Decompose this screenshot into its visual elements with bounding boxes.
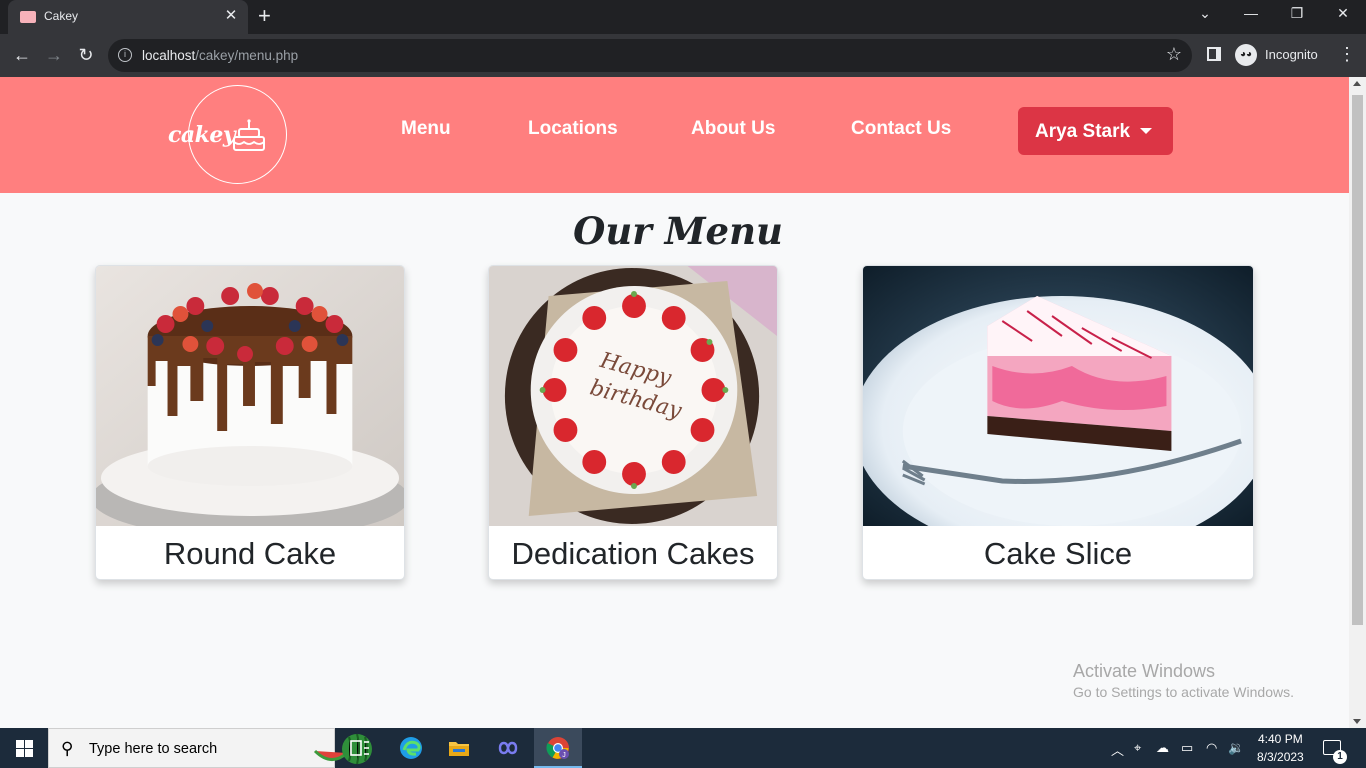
meet-now-icon[interactable]: ⌖ bbox=[1134, 740, 1141, 756]
tab-title: Cakey bbox=[44, 9, 79, 23]
scroll-down-icon[interactable] bbox=[1353, 719, 1361, 724]
windows-start-icon[interactable] bbox=[16, 740, 33, 757]
user-dropdown-button[interactable]: Arya Stark bbox=[1018, 107, 1173, 155]
nav-about-us[interactable]: About Us bbox=[691, 118, 775, 140]
nav-contact-us[interactable]: Contact Us bbox=[851, 118, 951, 140]
svg-text:J: J bbox=[562, 752, 566, 759]
close-tab-icon[interactable]: ✕ bbox=[222, 6, 240, 24]
activate-windows-title: Activate Windows bbox=[1073, 661, 1216, 681]
dedication-cake-image: Happy birthday bbox=[489, 266, 777, 526]
caret-down-icon bbox=[1140, 128, 1152, 134]
web-page: cakey Menu Locations About Us Contact Us… bbox=[0, 77, 1349, 728]
search-placeholder: Type here to search bbox=[89, 741, 218, 757]
browser-tab-strip: Cakey ✕ + ⌄ — ❐ ✕ bbox=[0, 0, 1366, 34]
file-explorer-icon[interactable] bbox=[447, 736, 471, 760]
wifi-icon[interactable]: ◠ bbox=[1206, 740, 1217, 756]
browser-toolbar: ← → ↻ i localhost/cakey/menu.php ☆ ◕◕ In… bbox=[0, 34, 1366, 77]
url-text[interactable]: localhost/cakey/menu.php bbox=[142, 48, 298, 63]
nav-menu[interactable]: Menu bbox=[401, 118, 451, 140]
clock-time[interactable]: 4:40 PM bbox=[1258, 732, 1303, 746]
back-icon[interactable]: ← bbox=[10, 44, 34, 66]
cake-favicon-icon bbox=[20, 11, 36, 23]
bookmark-star-icon[interactable]: ☆ bbox=[1166, 44, 1182, 65]
menu-card-round-cake[interactable]: Round Cake bbox=[95, 265, 405, 580]
user-name: Arya Stark bbox=[1035, 121, 1131, 142]
site-logo[interactable]: cakey bbox=[168, 85, 287, 184]
site-info-icon[interactable]: i bbox=[118, 48, 132, 62]
activate-windows-subtitle: Go to Settings to activate Windows. bbox=[1073, 684, 1294, 700]
address-bar[interactable]: i localhost/cakey/menu.php ☆ bbox=[108, 39, 1192, 72]
new-tab-button[interactable]: + bbox=[258, 3, 271, 29]
scroll-up-icon[interactable] bbox=[1353, 81, 1361, 86]
edge-icon[interactable] bbox=[399, 736, 423, 760]
cake-logo-icon bbox=[233, 119, 265, 151]
minimize-button[interactable]: — bbox=[1241, 5, 1261, 21]
side-panel-icon[interactable] bbox=[1207, 47, 1221, 61]
forward-icon[interactable]: → bbox=[42, 44, 66, 66]
chrome-taskbar-button[interactable]: J bbox=[534, 728, 582, 768]
clock-date[interactable]: 8/3/2023 bbox=[1257, 750, 1304, 764]
tab-search-icon[interactable]: ⌄ bbox=[1195, 5, 1215, 22]
volume-icon[interactable]: 🔉 bbox=[1228, 740, 1244, 756]
infinity-app-icon[interactable] bbox=[496, 736, 520, 760]
round-cake-image bbox=[96, 266, 404, 526]
show-hidden-icons-icon[interactable]: ︿ bbox=[1111, 740, 1124, 759]
chrome-icon: J bbox=[546, 737, 569, 759]
page-title: Our Menu bbox=[573, 209, 783, 253]
menu-card-dedication-cakes[interactable]: Happy birthday Dedication Cakes bbox=[488, 265, 778, 580]
taskbar-search[interactable]: ⚲ Type here to search bbox=[48, 728, 372, 768]
site-header: cakey Menu Locations About Us Contact Us… bbox=[0, 77, 1349, 193]
browser-tab[interactable]: Cakey ✕ bbox=[8, 0, 248, 34]
reload-icon[interactable]: ↻ bbox=[74, 44, 98, 66]
browser-menu-icon[interactable]: ⋮ bbox=[1338, 44, 1356, 64]
restore-button[interactable]: ❐ bbox=[1287, 5, 1307, 22]
search-icon: ⚲ bbox=[61, 739, 74, 758]
windows-taskbar: ⚲ Type here to search J ︿ ⌖ ☁ ▭ ◠ 🔉 4:40… bbox=[0, 728, 1366, 768]
menu-card-cake-slice[interactable]: Cake Slice bbox=[862, 265, 1254, 580]
close-window-button[interactable]: ✕ bbox=[1333, 5, 1353, 22]
cake-slice-image bbox=[863, 266, 1253, 526]
onedrive-icon[interactable]: ☁ bbox=[1156, 740, 1169, 756]
page-scrollbar[interactable] bbox=[1349, 77, 1366, 728]
card-title[interactable]: Dedication Cakes bbox=[489, 536, 777, 572]
notification-count-badge: 1 bbox=[1333, 750, 1347, 764]
card-title[interactable]: Cake Slice bbox=[863, 536, 1253, 572]
logo-text: cakey bbox=[168, 122, 236, 148]
battery-icon[interactable]: ▭ bbox=[1181, 740, 1193, 756]
task-view-icon[interactable] bbox=[348, 736, 372, 760]
scroll-thumb[interactable] bbox=[1352, 95, 1363, 625]
incognito-label[interactable]: Incognito bbox=[1265, 47, 1318, 62]
card-title[interactable]: Round Cake bbox=[96, 536, 404, 572]
nav-locations[interactable]: Locations bbox=[528, 118, 618, 140]
incognito-icon[interactable]: ◕◕ bbox=[1235, 44, 1257, 66]
